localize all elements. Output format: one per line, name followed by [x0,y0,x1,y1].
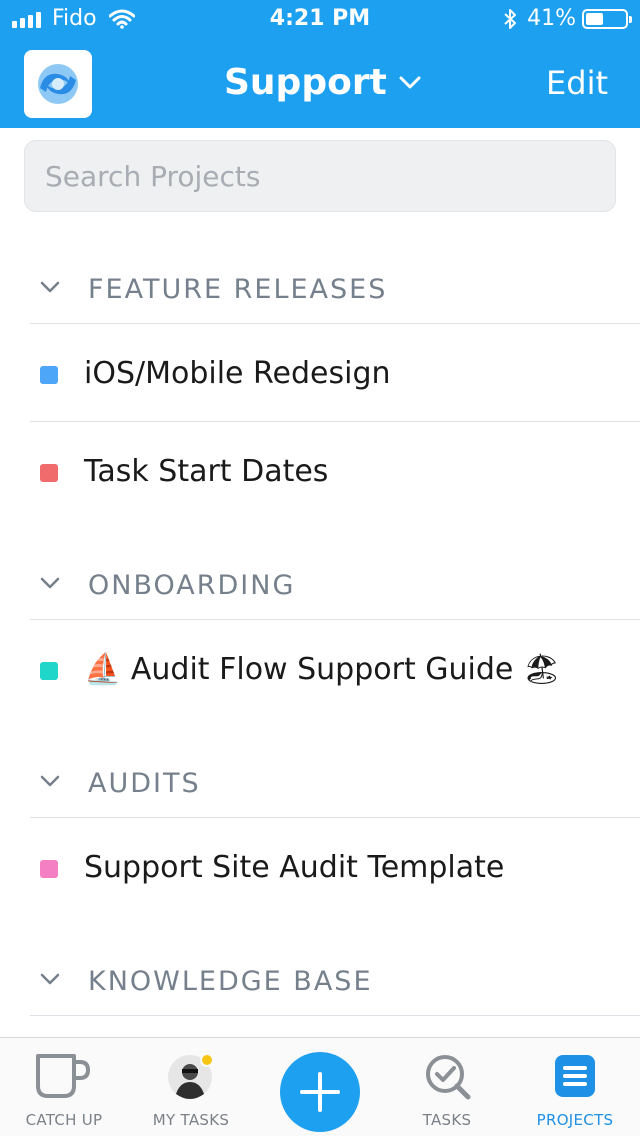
section-title: KNOWLEDGE BASE [88,966,373,997]
project-name: Task Start Dates [84,454,329,489]
avatar-icon [168,1053,214,1099]
battery-percent: 41% [527,6,576,31]
app-header: Fido 4:21 PM 41% Support Edit [0,0,640,128]
workspace-logo-icon [38,64,78,104]
chevron-down-icon [40,775,60,787]
plus-icon [300,1072,340,1112]
search-check-icon [426,1055,471,1100]
edit-button[interactable]: Edit [546,64,608,102]
workspace-switcher[interactable]: Support [224,62,421,103]
section-header-knowledge-base[interactable]: KNOWLEDGE BASE [30,944,640,1016]
section-header-audits[interactable]: AUDITS [30,746,640,818]
project-name: ⛵ Audit Flow Support Guide 🏖 [84,652,561,687]
tab-label: MY TASKS [152,1111,230,1129]
section-header-feature-releases[interactable]: FEATURE RELEASES [30,252,640,324]
project-name: iOS/Mobile Redesign [84,356,391,391]
chevron-down-icon [40,973,60,985]
bluetooth-icon [504,8,517,29]
projects-list-icon [555,1055,595,1097]
tab-my-tasks[interactable]: MY TASKS [127,1038,255,1137]
project-color-swatch [40,662,58,680]
chevron-down-icon [399,76,421,88]
coffee-cup-icon [36,1054,91,1098]
chevron-down-icon [40,577,60,589]
project-row[interactable]: iOS/Mobile Redesign [30,324,640,422]
project-row[interactable]: ⛵ Audit Flow Support Guide 🏖 [30,620,640,718]
project-name: Support Site Audit Template [84,850,505,885]
add-button[interactable] [280,1052,360,1132]
project-row[interactable]: Support Site Audit Template [30,818,640,916]
tab-tasks[interactable]: TASKS [383,1038,511,1137]
section-header-onboarding[interactable]: ONBOARDING [30,548,640,620]
search-input[interactable] [25,141,615,211]
header-title: Support [224,62,387,103]
project-row[interactable]: Task Start Dates [30,422,640,520]
tab-catch-up[interactable]: CATCH UP [0,1038,128,1137]
tab-projects[interactable]: PROJECTS [511,1038,639,1137]
section-title: ONBOARDING [88,570,296,601]
project-color-swatch [40,464,58,482]
search-bar[interactable] [24,140,616,212]
chevron-down-icon [40,281,60,293]
project-color-swatch [40,860,58,878]
section-title: AUDITS [88,768,201,799]
project-color-swatch [40,366,58,384]
tab-label: TASKS [422,1111,472,1129]
status-bar: Fido 4:21 PM 41% [0,0,640,40]
tab-label: CATCH UP [25,1111,103,1129]
battery-icon [582,8,632,29]
section-title: FEATURE RELEASES [88,274,388,305]
app-logo[interactable] [24,50,92,118]
tab-label: PROJECTS [536,1111,614,1129]
